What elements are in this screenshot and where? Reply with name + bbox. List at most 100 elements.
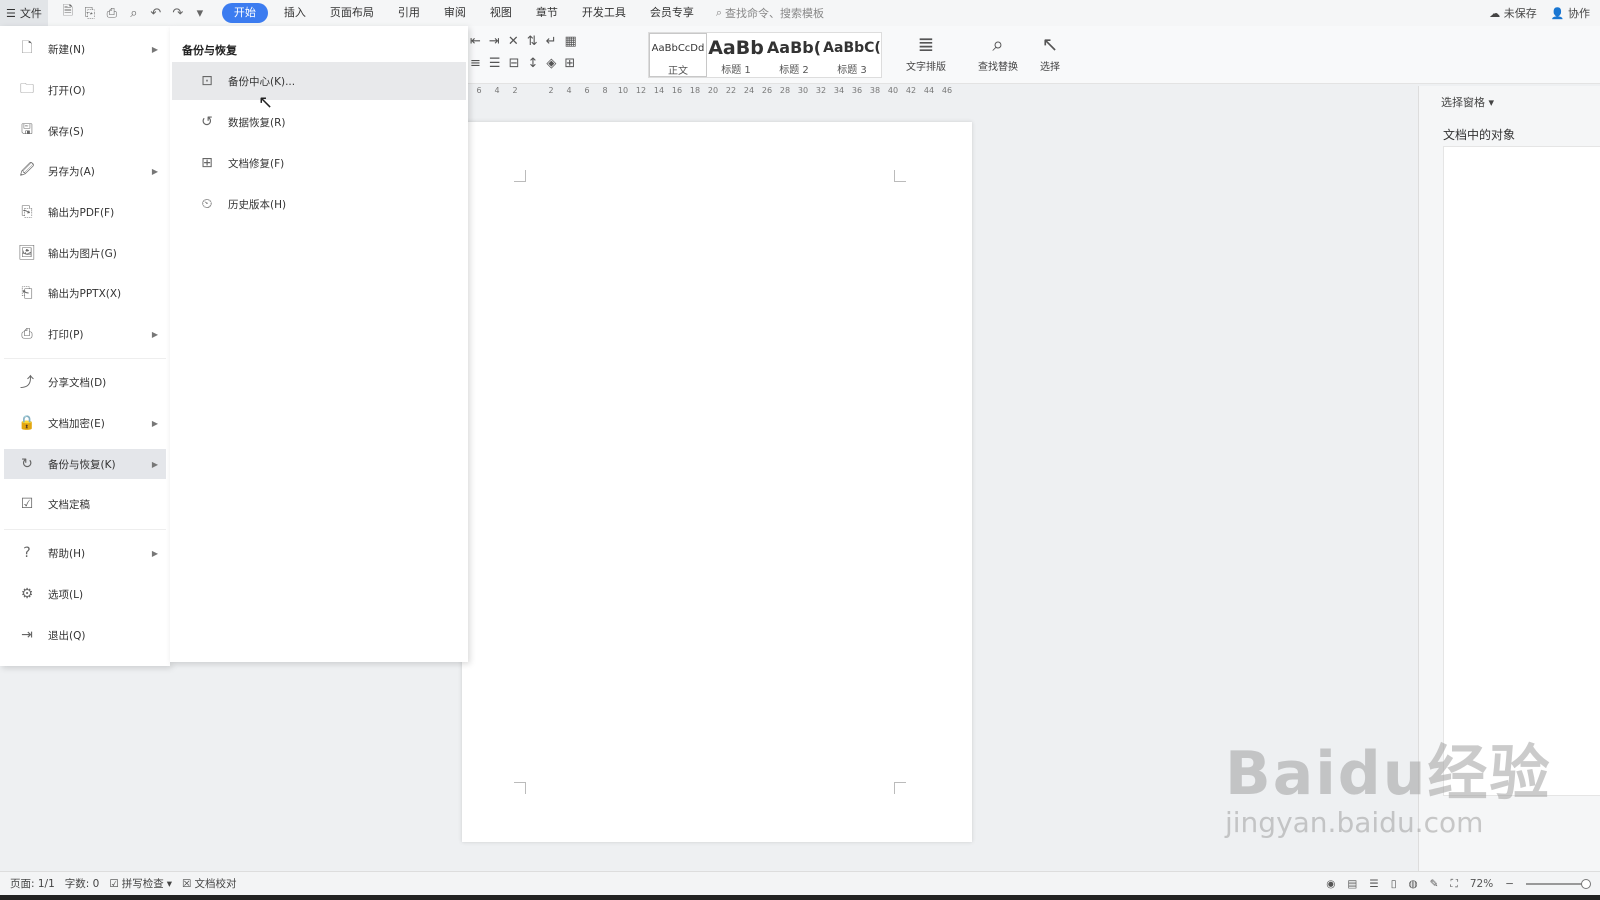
text-layout-button[interactable]: ≣ 文字排版	[906, 32, 946, 73]
spell-check-toggle[interactable]: ☑ 拼写检查 ▾	[109, 876, 172, 891]
chinese-layout-icon[interactable]: ✕	[508, 34, 519, 49]
zoom-out-icon[interactable]: −	[1505, 878, 1514, 890]
ruler-tick: 4	[494, 86, 500, 95]
submenu-item[interactable]: ⊡ 备份中心(K)...	[172, 62, 466, 100]
file-menu-item[interactable]: 🗀 打开(O)	[4, 75, 166, 105]
collaborate-button[interactable]: 👤 协作	[1551, 5, 1590, 21]
chevron-down-icon[interactable]: ▾	[192, 5, 208, 21]
style-heading-2[interactable]: AaBb( 标题 2	[765, 33, 823, 77]
ruler-tick: 4	[566, 86, 572, 95]
print-icon: ⎙	[21, 326, 33, 342]
line-spacing-icon[interactable]: ↕	[527, 56, 538, 71]
file-menu-item[interactable]: ↻ 备份与恢复(K) ▶	[4, 449, 166, 479]
file-menu-item[interactable]: ⎘ 输出为PDF(F)	[4, 197, 166, 227]
tab-chapter[interactable]: 章节	[524, 0, 570, 26]
pointer-icon: ↖	[1041, 32, 1059, 56]
style-heading-3[interactable]: AaBbC( 标题 3	[823, 33, 881, 77]
margin-mark-top-left	[514, 170, 526, 182]
paragraph-tools: ⇤ ⇥ ✕ ⇅ ↵ ▦ ≡ ☰ ⊟ ↕ ◈ ⊞	[470, 30, 640, 74]
file-menu-item[interactable]: ⚙ 选项(L)	[4, 579, 166, 609]
submenu-item[interactable]: ↺ 数据恢复(R)	[172, 103, 466, 141]
preview-icon[interactable]: ⌕	[126, 5, 142, 21]
show-marks-icon[interactable]: ↵	[546, 34, 557, 49]
bottom-edge	[0, 895, 1600, 900]
file-menu-item-label: 输出为PPTX(X)	[48, 287, 122, 300]
file-menu-item-label: 另存为(A)	[48, 165, 95, 178]
fit-page-icon[interactable]: ⛶	[1450, 878, 1457, 891]
align-justify-icon[interactable]: ☰	[489, 56, 501, 71]
print-icon[interactable]: ⎙	[104, 5, 120, 21]
tab-member[interactable]: 会员专享	[638, 0, 706, 26]
find-replace-button[interactable]: ⌕ 查找替换	[978, 32, 1018, 73]
menu-divider	[4, 358, 166, 359]
file-menu-item[interactable]: ⎗ 输出为PPTX(X)	[4, 278, 166, 308]
read-view-icon[interactable]: ▯	[1391, 878, 1397, 890]
ruler-tick: 18	[689, 86, 701, 95]
redo-icon[interactable]: ↷	[170, 5, 186, 21]
pptx-icon: ⎗	[21, 285, 33, 301]
style-heading-1[interactable]: AaBb 标题 1	[707, 33, 765, 77]
tab-references[interactable]: 引用	[386, 0, 432, 26]
zoom-slider[interactable]	[1526, 879, 1591, 889]
quick-access-toolbar: 🗎 ⎘ ⎙ ⌕ ↶ ↷ ▾	[60, 4, 208, 21]
file-menu-item[interactable]: ⎙ 打印(P) ▶	[4, 319, 166, 349]
file-menu-item[interactable]: 🖉 另存为(A) ▶	[4, 156, 166, 186]
unsaved-status[interactable]: ☁ 未保存	[1489, 5, 1537, 21]
tab-page-layout[interactable]: 页面布局	[318, 0, 386, 26]
proofread-button[interactable]: ☒ 文档校对	[182, 876, 236, 891]
file-menu-item[interactable]: 🔒 文档加密(E) ▶	[4, 408, 166, 438]
ruler-tick: 16	[671, 86, 683, 95]
page-count[interactable]: 页面: 1/1	[10, 876, 55, 891]
select-button[interactable]: ↖ 选择	[1040, 32, 1060, 73]
align-left-icon[interactable]: ≡	[470, 56, 481, 71]
file-menu-panel: 🗋 新建(N) ▶ 🗀 打开(O) 🖫 保存(S) 🖉 另存为(A) ▶ ⎘ 输出为PDF(F) 🖼 输出…	[0, 26, 170, 666]
style-normal[interactable]: AaBbCcDd 正文	[649, 33, 707, 77]
file-menu-item[interactable]: 🖼 输出为图片(G)	[4, 238, 166, 268]
file-menu-label: 文件	[19, 7, 42, 20]
chevron-down-icon: ▾	[1488, 96, 1495, 109]
selection-pane-title[interactable]: 选择窗格 ▾	[1419, 86, 1600, 110]
tab-view[interactable]: 视图	[478, 0, 524, 26]
submenu-item[interactable]: ⏲ 历史版本(H)	[172, 185, 466, 223]
table-icon[interactable]: ▦	[565, 34, 577, 49]
file-menu-item[interactable]: ? 帮助(H) ▶	[4, 538, 166, 568]
sort-icon[interactable]: ⇅	[527, 34, 538, 49]
page-view-icon[interactable]: ▤	[1347, 878, 1357, 890]
indent-increase-icon[interactable]: ⇥	[489, 34, 500, 49]
chevron-right-icon: ▶	[151, 459, 158, 469]
ruler-tick: 46	[941, 86, 953, 95]
save-icon[interactable]: 🗎	[60, 4, 76, 21]
outline-view-icon[interactable]: ☰	[1369, 878, 1378, 890]
file-menu-item[interactable]: ⇥ 退出(Q)	[4, 620, 166, 650]
zoom-level[interactable]: 72%	[1470, 878, 1493, 890]
horizontal-ruler[interactable]: 6 4 2 2 4 6 8 10 12 14 16 18 20 22 24 26 28 30 32 34 36 38 40 4…	[470, 86, 965, 100]
document-page[interactable]	[462, 122, 972, 842]
history-icon: ⏲	[201, 196, 213, 212]
web-view-icon[interactable]: ◍	[1409, 878, 1418, 890]
tab-insert[interactable]: 插入	[272, 0, 318, 26]
shading-icon[interactable]: ◈	[546, 56, 556, 71]
zoom-slider-knob[interactable]	[1581, 879, 1591, 889]
file-menu-item[interactable]: 🗋 新建(N) ▶	[4, 34, 166, 64]
file-menu-item[interactable]: ☑ 文档定稿	[4, 489, 166, 519]
tab-home[interactable]: 开始	[221, 3, 268, 23]
file-menu-item[interactable]: 🖫 保存(S)	[4, 116, 166, 146]
export-icon[interactable]: ⎘	[82, 5, 98, 21]
save-icon: 🖫	[21, 122, 33, 138]
pen-icon[interactable]: ✎	[1430, 878, 1439, 890]
proofread-icon: ☒	[182, 877, 192, 890]
file-menu-button[interactable]: ☰ 文件	[0, 0, 48, 26]
word-count[interactable]: 字数: 0	[65, 876, 100, 891]
command-search[interactable]: ⌕ 查找命令、搜索模板	[716, 5, 824, 21]
object-list[interactable]	[1443, 146, 1600, 796]
distribute-icon[interactable]: ⊟	[509, 56, 520, 71]
eye-icon[interactable]: ◉	[1326, 878, 1335, 890]
undo-icon[interactable]: ↶	[148, 5, 164, 21]
borders-icon[interactable]: ⊞	[564, 56, 575, 71]
tab-developer[interactable]: 开发工具	[570, 0, 638, 26]
tab-review[interactable]: 审阅	[432, 0, 478, 26]
submenu-item-label: 历史版本(H)	[228, 198, 287, 211]
indent-decrease-icon[interactable]: ⇤	[470, 34, 481, 49]
submenu-item[interactable]: ⊞ 文档修复(F)	[172, 144, 466, 182]
file-menu-item[interactable]: ⤴ 分享文档(D)	[4, 367, 166, 397]
